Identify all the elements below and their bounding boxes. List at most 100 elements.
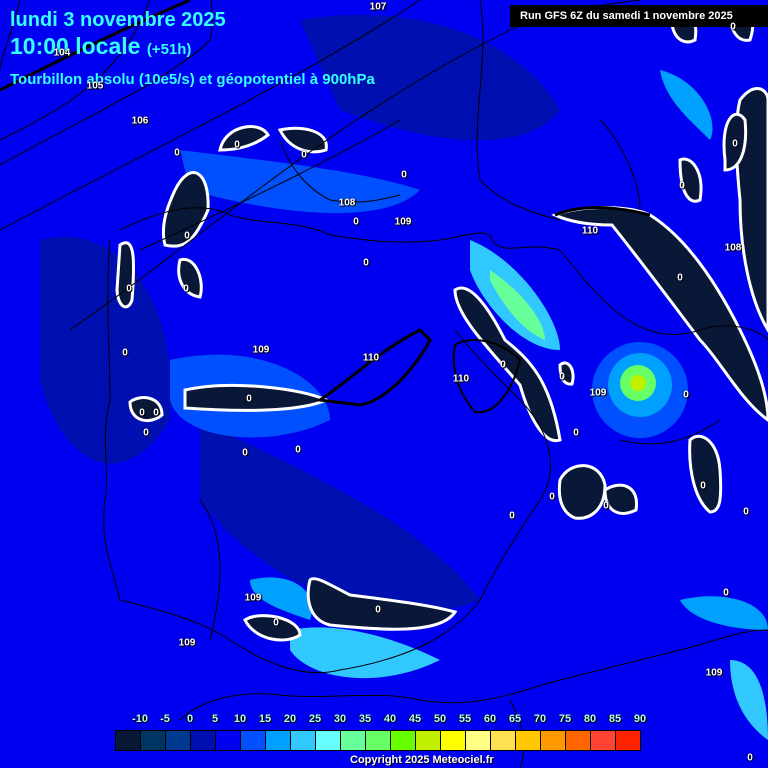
vorticity-zero-label: 0 (747, 752, 753, 764)
legend-swatch (291, 731, 316, 750)
geopotential-label: 104 (53, 47, 71, 59)
vorticity-zero-label: 0 (234, 139, 240, 151)
legend-tick-label: 45 (408, 713, 422, 725)
legend-swatch (191, 731, 216, 750)
geopotential-label: 107 (369, 1, 387, 13)
legend-tick-label: 90 (633, 713, 647, 725)
vorticity-zero-label: 0 (549, 491, 555, 503)
vorticity-zero-label: 0 (700, 480, 706, 492)
lead-time: (+51h) (146, 41, 192, 58)
geopotential-label: 106 (131, 115, 149, 127)
vorticity-zero-label: 0 (401, 169, 407, 181)
legend-swatch (241, 731, 266, 750)
legend-swatch (391, 731, 416, 750)
vorticity-zero-label: 0 (295, 444, 301, 456)
legend-tick-label: 40 (383, 713, 397, 725)
vorticity-zero-label: 0 (363, 257, 369, 269)
geopotential-label: 109 (252, 344, 270, 356)
legend-tick-label: 65 (508, 713, 522, 725)
vorticity-zero-label: 0 (353, 216, 359, 228)
local-time: 10:00 locale (10, 33, 141, 59)
legend-swatch (541, 731, 566, 750)
vorticity-zero-label: 0 (732, 138, 738, 150)
legend-tick-label: -5 (160, 713, 170, 725)
legend-tick-label: 55 (458, 713, 472, 725)
legend-swatch (466, 731, 491, 750)
legend-swatch (116, 731, 141, 750)
legend-swatch (516, 731, 541, 750)
vorticity-zero-label: 0 (143, 427, 149, 439)
legend-swatch (141, 731, 166, 750)
vorticity-zero-label: 0 (246, 393, 252, 405)
legend-swatch (591, 731, 616, 750)
legend-tick-label: 80 (583, 713, 597, 725)
geopotential-label: 110 (362, 352, 380, 364)
geopotential-label: 108 (724, 242, 742, 254)
forecast-date: lundi 3 novembre 2025 (10, 9, 226, 31)
geopotential-label: 109 (705, 667, 723, 679)
legend-swatch (266, 731, 291, 750)
legend-swatch (441, 731, 466, 750)
legend-swatch (416, 731, 441, 750)
legend-swatch (316, 731, 341, 750)
legend-tick-label: 35 (358, 713, 372, 725)
legend-tick-label: 20 (283, 713, 297, 725)
vorticity-zero-label: 0 (153, 407, 159, 419)
vorticity-zero-label: 0 (375, 604, 381, 616)
legend-tick-label: 60 (483, 713, 497, 725)
vorticity-zero-label: 0 (126, 283, 132, 295)
vorticity-zero-label: 0 (301, 149, 307, 161)
legend-swatch (166, 731, 191, 750)
geopotential-label: 109 (589, 387, 607, 399)
vorticity-zero-label: 0 (743, 506, 749, 518)
geopotential-label: 109 (394, 216, 412, 228)
legend-tick-label: -10 (132, 713, 148, 725)
legend-tick-label: 85 (608, 713, 622, 725)
vorticity-zero-label: 0 (122, 347, 128, 359)
legend-tick-label: 75 (558, 713, 572, 725)
vorticity-zero-label: 0 (723, 587, 729, 599)
vorticity-zero-label: 0 (683, 389, 689, 401)
vorticity-zero-label: 0 (139, 407, 145, 419)
vorticity-zero-label: 0 (559, 371, 565, 383)
legend-tick-label: 0 (186, 713, 194, 725)
copyright: Copyright 2025 Meteociel.fr (350, 754, 494, 766)
vorticity-zero-label: 0 (573, 427, 579, 439)
legend-swatch (616, 731, 640, 750)
forecast-time: 10:00 locale (+51h) (10, 33, 191, 60)
legend-swatch (341, 731, 366, 750)
geopotential-label: 105 (86, 80, 104, 92)
vorticity-zero-label: 0 (677, 272, 683, 284)
vorticity-zero-label: 0 (183, 283, 189, 295)
legend-swatch (566, 731, 591, 750)
geopotential-label: 109 (244, 592, 262, 604)
legend-swatch (491, 731, 516, 750)
geopotential-label: 110 (452, 373, 470, 385)
legend-swatch (366, 731, 391, 750)
vorticity-zero-label: 0 (174, 147, 180, 159)
legend-tick-label: 10 (233, 713, 247, 725)
vorticity-map (0, 0, 768, 768)
geopotential-label: 110 (581, 225, 599, 237)
legend-tick-label: 50 (433, 713, 447, 725)
legend-tick-label: 30 (333, 713, 347, 725)
weather-map: lundi 3 novembre 2025 10:00 locale (+51h… (0, 0, 768, 768)
vorticity-zero-label: 0 (242, 447, 248, 459)
parameter-title: Tourbillon absolu (10e5/s) et géopotenti… (10, 71, 375, 88)
color-legend (115, 730, 641, 751)
legend-tick-label: 5 (211, 713, 219, 725)
vorticity-zero-label: 0 (273, 617, 279, 629)
vorticity-zero-label: 0 (184, 230, 190, 242)
vorticity-zero-label: 0 (603, 500, 609, 512)
legend-tick-label: 15 (258, 713, 272, 725)
vorticity-zero-label: 0 (500, 359, 506, 371)
legend-swatch (216, 731, 241, 750)
vorticity-zero-label: 0 (509, 510, 515, 522)
vorticity-shading (0, 0, 768, 768)
vorticity-zero-label: 0 (730, 21, 736, 33)
vorticity-zero-label: 0 (679, 180, 685, 192)
legend-tick-label: 25 (308, 713, 322, 725)
geopotential-label: 109 (178, 637, 196, 649)
geopotential-label: 108 (338, 197, 356, 209)
legend-tick-label: 70 (533, 713, 547, 725)
